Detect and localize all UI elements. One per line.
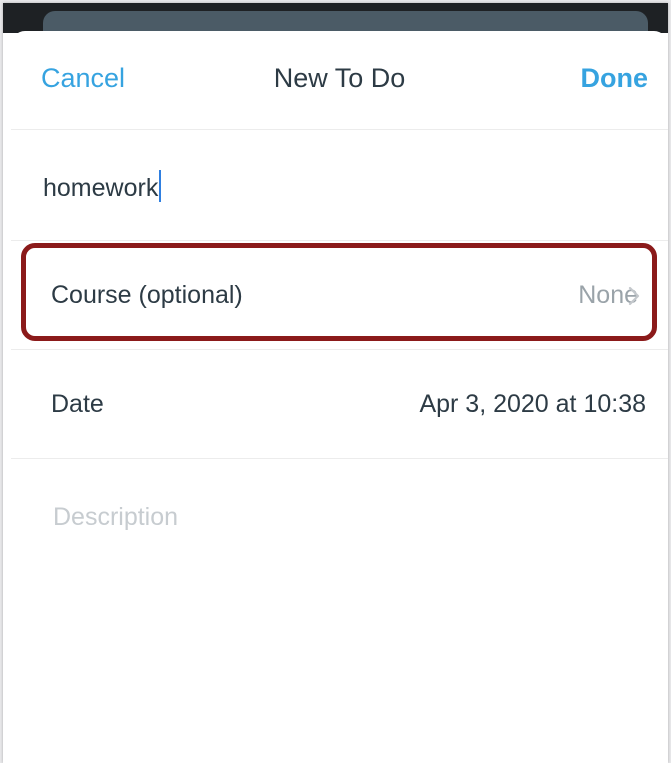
done-button[interactable]: Done [581,63,649,94]
new-todo-sheet: Cancel New To Do Done homework Course (o… [11,31,668,763]
date-row[interactable]: Date Apr 3, 2020 at 10:38 [11,350,668,459]
todo-title-input[interactable]: homework [43,170,162,203]
date-label: Date [51,390,104,418]
course-row[interactable]: Course (optional) None [11,241,668,350]
cancel-button[interactable]: Cancel [41,63,125,94]
text-caret [159,170,162,202]
date-value: Apr 3, 2020 at 10:38 [419,390,646,418]
todo-title-value: homework [43,174,159,202]
app-window: Cancel New To Do Done homework Course (o… [3,3,668,763]
description-input[interactable]: Description [53,503,178,532]
navigation-bar: Cancel New To Do Done [11,31,668,130]
course-label: Course (optional) [51,281,243,309]
todo-title-field[interactable]: homework [11,130,668,241]
chevron-right-icon [628,286,640,306]
